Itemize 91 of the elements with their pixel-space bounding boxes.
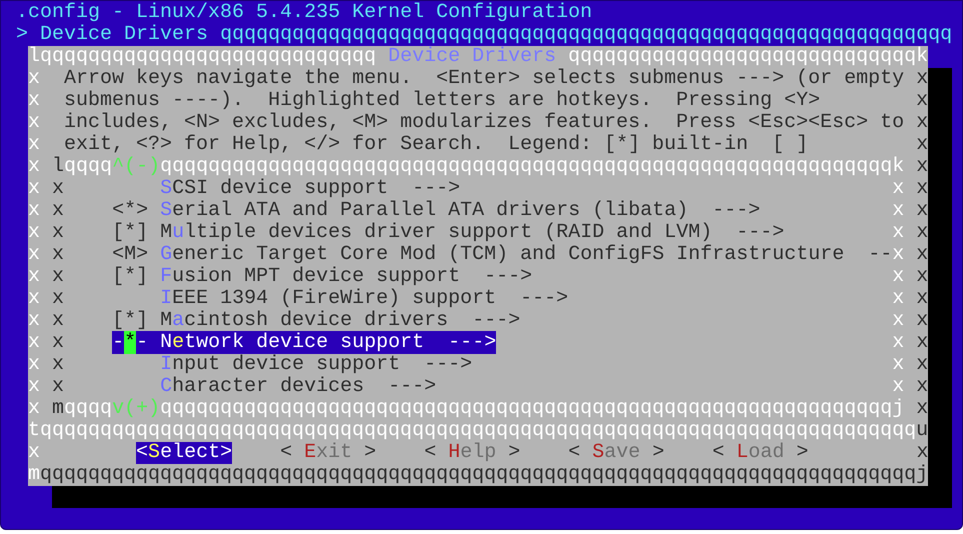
frame-line: x xyxy=(916,287,928,310)
frame-line: x xyxy=(52,375,64,398)
menu-item[interactable]: [*] Multiple devices driver support (RAID and LVM) ---> xyxy=(112,221,784,244)
help-text: Arrow keys navigate the menu. <Enter> selects submenus ---> (or empty xyxy=(64,67,904,90)
frame-line: m xyxy=(28,463,40,486)
scroll-indicator: v(+) xyxy=(112,397,160,420)
menu-item[interactable]: <M> Generic Target Core Mod (TCM) and ConfigFS Infrastructure -- xyxy=(112,243,892,266)
frame-line: x xyxy=(892,243,904,266)
frame-line: x xyxy=(28,89,40,112)
frame-line: x xyxy=(28,309,40,332)
frame-line: lqqqqqqqqqqqqqqqqqqqqqqqqqqqq xyxy=(28,45,376,68)
frame-line: x xyxy=(28,265,40,288)
frame-line: x xyxy=(52,265,64,288)
frame-line: x xyxy=(28,353,40,376)
frame-line: x xyxy=(28,243,40,266)
frame-line: x xyxy=(916,397,928,420)
frame-line: x xyxy=(916,89,928,112)
frame-line: x xyxy=(916,67,928,90)
frame-line: x xyxy=(916,353,928,376)
frame-line: x xyxy=(28,155,40,178)
menu-item[interactable]: IEEE 1394 (FireWire) support ---> xyxy=(160,287,568,310)
frame-line: x xyxy=(52,177,64,200)
frame-line: x xyxy=(52,331,64,354)
frame-line: qqqqqqqqqqqqqqqqqqqqqqqqqqqqqqqqqqqqqqqqqqqqqqqqqqqqqqqqqqqqq xyxy=(220,23,952,46)
frame-line: x xyxy=(28,375,40,398)
frame-line: qqqq xyxy=(64,155,112,178)
frame-line: x xyxy=(28,67,40,90)
frame-line: x xyxy=(28,199,40,222)
frame-line: x xyxy=(28,441,40,464)
frame-line: x xyxy=(916,199,928,222)
frame-line: x xyxy=(892,375,904,398)
frame-line: x xyxy=(916,133,928,156)
frame-line: x xyxy=(52,309,64,332)
menu-item[interactable]: Character devices ---> xyxy=(160,375,436,398)
frame-line: x xyxy=(916,331,928,354)
dialog-title: Device Drivers xyxy=(388,45,556,68)
help-text: exit, <?> for Help, </> for Search. Legend: [*] built-in [ ] xyxy=(64,133,808,156)
menu-button[interactable]: < Save > xyxy=(568,442,664,464)
frame-line: x xyxy=(52,287,64,310)
menu-button[interactable]: < Help > xyxy=(424,442,520,464)
frame-line: x xyxy=(28,133,40,156)
frame-line: x xyxy=(892,199,904,222)
frame-line: x xyxy=(892,331,904,354)
window-title: .config - Linux/x86 5.4.235 Kernel Configuration xyxy=(16,1,592,24)
frame-line: x xyxy=(892,177,904,200)
frame-line: qqqq xyxy=(64,397,112,420)
frame-line: x xyxy=(28,177,40,200)
menu-item[interactable]: Input device support ---> xyxy=(160,353,472,376)
frame-line: x xyxy=(28,287,40,310)
frame-line: x xyxy=(28,331,40,354)
menu-item[interactable]: [*] Macintosh device drivers ---> xyxy=(112,309,520,332)
frame-line: x xyxy=(52,243,64,266)
menu-item[interactable]: SCSI device support ---> xyxy=(160,177,460,200)
menu-item[interactable]: [*] Fusion MPT device support ---> xyxy=(112,265,532,288)
scroll-indicator: ^(-) xyxy=(112,155,160,178)
frame-line: x xyxy=(916,243,928,266)
frame-line: x xyxy=(28,111,40,134)
help-text: includes, <N> excludes, <M> modularizes features. Press <Esc><Esc> to xyxy=(64,111,904,134)
frame-line: x xyxy=(892,309,904,332)
frame-line: qqqqqqqqqqqqqqqqqqqqqqqqqqqqqk xyxy=(568,45,928,68)
frame-line: x xyxy=(52,199,64,222)
menu-item[interactable]: <*> Serial ATA and Parallel ATA drivers (libata) ---> xyxy=(112,199,760,222)
menu-button[interactable]: <Select> xyxy=(136,442,232,464)
frame-line: x xyxy=(916,177,928,200)
menu-item[interactable]: -*- Network device support ---> xyxy=(112,331,496,354)
frame-line: x xyxy=(916,221,928,244)
frame-line: qqqqqqqqqqqqqqqqqqqqqqqqqqqqqqqqqqqqqqqqqqqqqqqqqqqqqqqqqqqqqj xyxy=(160,397,904,420)
frame-line: x xyxy=(916,111,928,134)
frame-line: x xyxy=(892,287,904,310)
breadcrumb: > Device Drivers xyxy=(16,23,208,46)
frame-line: u xyxy=(916,419,928,442)
menu-button[interactable]: < Exit > xyxy=(280,442,376,464)
frame-line: x xyxy=(52,353,64,376)
frame-line: x xyxy=(892,265,904,288)
frame-line: x xyxy=(916,441,928,464)
frame-line: x xyxy=(916,375,928,398)
frame-line: x xyxy=(28,397,40,420)
help-text: submenus ----). Highlighted letters are hotkeys. Pressing <Y> xyxy=(64,89,820,112)
frame-line: qqqqqqqqqqqqqqqqqqqqqqqqqqqqqqqqqqqqqqqqqqqqqqqqqqqqqqqqqqqqqk xyxy=(160,155,904,178)
frame-line: x xyxy=(892,221,904,244)
frame-line: x xyxy=(916,155,928,178)
frame-line: l xyxy=(52,155,64,178)
frame-line: x xyxy=(916,309,928,332)
menu-button[interactable]: < Load > xyxy=(712,442,808,464)
frame-line: x xyxy=(52,221,64,244)
frame-line: x xyxy=(892,353,904,376)
frame-line: qqqqqqqqqqqqqqqqqqqqqqqqqqqqqqqqqqqqqqqqqqqqqqqqqqqqqqqqqqqqqqqqqqqqqqqqqj xyxy=(40,463,928,486)
frame-line: tqqqqqqqqqqqqqqqqqqqqqqqqqqqqqqqqqqqqqqqqqqqqqqqqqqqqqqqqqqqqqqqqqqqqqqqqq xyxy=(28,419,916,442)
frame-line: m xyxy=(52,397,64,420)
frame-line: x xyxy=(28,221,40,244)
frame-line: x xyxy=(916,265,928,288)
